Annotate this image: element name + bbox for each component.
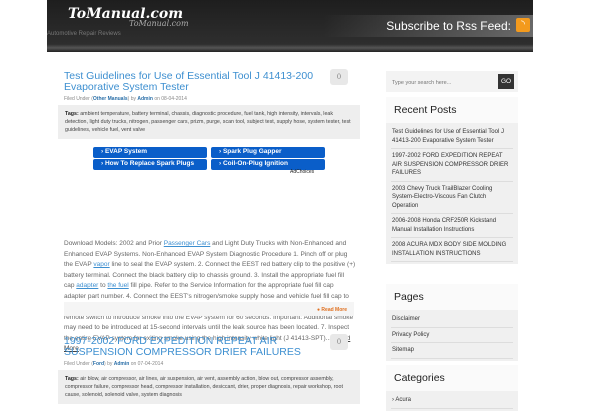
link[interactable]: the fuel — [107, 282, 128, 289]
category-link[interactable]: Ford — [93, 361, 104, 367]
recent-post-link[interactable]: 2008 ACURA MDX BODY SIDE MOLDING INSTALL… — [391, 238, 513, 262]
post-meta: Filed Under (Ford) by Admin on 07-04-201… — [64, 361, 354, 367]
post-date: on 07-04-2014 — [129, 361, 164, 367]
text: Download Models: 2002 and Prior — [64, 240, 164, 247]
adchoices-link[interactable]: AdChoices — [290, 169, 314, 175]
pages-widget: Pages Disclaimer Privacy Policy Sitemap — [386, 284, 518, 361]
category-link[interactable]: › Acura — [391, 393, 513, 409]
meta-text: Filed Under ( — [64, 361, 93, 367]
author-link[interactable]: Admin — [137, 96, 153, 102]
widget-title: Pages — [386, 284, 518, 310]
author-link[interactable]: Admin — [114, 361, 130, 367]
link[interactable]: vapor — [93, 261, 109, 268]
ad-link[interactable]: › Spark Plug Gapper — [211, 147, 325, 158]
recent-post-link[interactable]: 2006-2008 Honda CRF250R Kickstand Manual… — [391, 214, 513, 238]
read-more-bar: ● Read More — [64, 302, 354, 316]
recent-post-link[interactable]: 1997-2002 FORD EXPEDITION REPEAT AIR SUS… — [391, 149, 513, 182]
categories-widget: Categories › Acura — [386, 365, 518, 411]
rss-label: Subscribe to Rss Feed: — [386, 19, 511, 33]
tags-list[interactable]: air blow, air compressor, air lines, air… — [65, 376, 343, 398]
comment-count[interactable]: 0 — [330, 334, 348, 350]
post-tags: Tags: air blow, air compressor, air line… — [58, 370, 360, 404]
meta-text: Filed Under ( — [64, 96, 93, 102]
ad-link[interactable]: › How To Replace Spark Plugs — [93, 159, 207, 170]
read-more-button[interactable]: ● Read More — [317, 307, 347, 313]
page-link[interactable]: Sitemap — [391, 343, 513, 359]
rss-subscribe[interactable]: Subscribe to Rss Feed: ◝ — [323, 15, 533, 37]
rss-icon[interactable]: ◝ — [516, 18, 530, 32]
link[interactable]: adapter — [76, 282, 98, 289]
post: 1997-2002 FORD EXPEDITION REPEAT AIR SUS… — [58, 334, 360, 404]
post-title[interactable]: Test Guidelines for Use of Essential Too… — [64, 71, 314, 93]
recent-posts-widget: Recent Posts Test Guidelines for Use of … — [386, 97, 518, 264]
search-input[interactable] — [392, 80, 492, 86]
widget-title: Categories — [386, 365, 518, 391]
widget-title: Recent Posts — [386, 97, 518, 123]
post-date: on 08-04-2014 — [152, 96, 187, 102]
meta-text: ) by — [104, 361, 114, 367]
site-header: ToManual.com ToManual.com Automotive Rep… — [47, 0, 533, 52]
recent-post-link[interactable]: 2003 Chevy Truck TrailBlazer Cooling Sys… — [391, 182, 513, 214]
tags-list[interactable]: ambient temperature, battery terminal, c… — [65, 111, 351, 133]
page-link[interactable]: Privacy Policy — [391, 328, 513, 343]
tagline: Automotive Repair Reviews — [47, 31, 121, 37]
comment-count[interactable]: 0 — [330, 69, 348, 85]
link[interactable]: Passenger Cars — [164, 240, 211, 247]
page-link[interactable]: Disclaimer — [391, 312, 513, 328]
search-go-button[interactable]: GO — [498, 74, 514, 89]
category-link[interactable]: Other Manuals — [93, 96, 128, 102]
site-subtitle: ToManual.com — [129, 19, 189, 28]
post: Test Guidelines for Use of Essential Too… — [58, 69, 360, 139]
search-form: GO — [386, 71, 518, 92]
post-tags: Tags: ambient temperature, battery termi… — [58, 105, 360, 139]
tags-label: Tags: — [65, 111, 79, 117]
recent-post-link[interactable]: Test Guidelines for Use of Essential Too… — [391, 125, 513, 149]
post-meta: Filed Under (Other Manuals) by Admin on … — [64, 96, 354, 102]
tags-label: Tags: — [65, 376, 79, 382]
ad-link[interactable]: › EVAP System — [93, 147, 207, 158]
meta-text: ) by — [127, 96, 138, 102]
post-title[interactable]: 1997-2002 FORD EXPEDITION REPEAT AIR SUS… — [64, 336, 314, 358]
